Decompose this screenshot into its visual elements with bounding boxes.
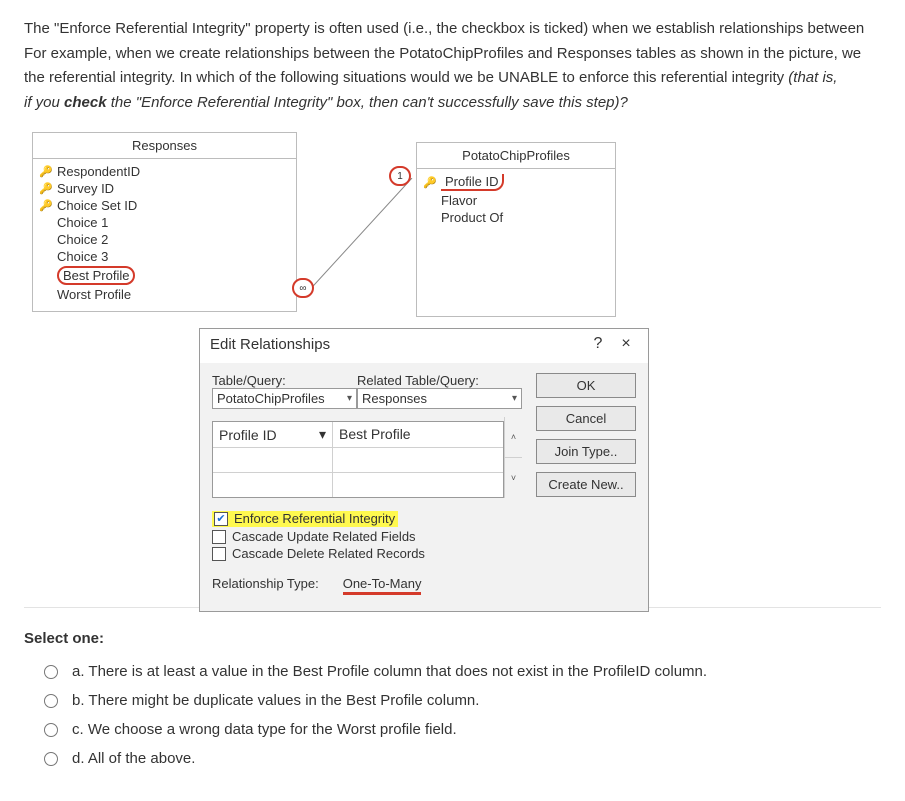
question-line-1: The "Enforce Referential Integrity" prop… [24,18,881,41]
option-label: d. All of the above. [72,750,195,767]
highlighted-field-best-profile: Best Profile [57,266,135,285]
radio-icon[interactable] [44,665,58,679]
checkbox-cascade-delete[interactable] [212,547,226,561]
key-icon: 🔑 [39,182,51,195]
close-icon[interactable]: × [612,335,640,353]
question-line-4: if you check the "Enforce Referential In… [24,92,881,115]
answers-prompt: Select one: [24,630,881,647]
option-d[interactable]: d. All of the above. [24,744,881,773]
label-enforce-ri: Enforce Referential Integrity [234,511,395,526]
label-cascade-delete: Cascade Delete Related Records [232,546,425,561]
table-potatochipprofiles: PotatoChipProfiles 🔑 Profile ID Flavor Pr… [416,142,616,317]
grid-scroll[interactable]: ˄ ˅ [504,417,522,498]
label-table-query: Table/Query: [212,373,357,388]
label-cascade-update: Cascade Update Related Fields [232,529,416,544]
table-row: Choice 1 [39,214,290,231]
relationship-diagram: Responses 🔑RespondentID 🔑Survey ID 🔑Choi… [24,128,881,608]
chevron-down-icon: ▾ [319,426,326,443]
checkbox-enforce-ri[interactable]: ✔ [214,512,228,526]
option-c[interactable]: c. We choose a wrong data type for the W… [24,715,881,744]
cancel-button[interactable]: Cancel [536,406,636,431]
table-row: 🔑Survey ID [39,180,290,197]
option-label: b. There might be duplicate values in th… [72,692,479,709]
table-row: Flavor [423,192,609,209]
question-line-2: For example, when we create relationship… [24,43,881,66]
radio-icon[interactable] [44,752,58,766]
grid-cell-right[interactable]: Best Profile [333,422,503,447]
table-row: 🔑RespondentID [39,163,290,180]
question-line-3: the referential integrity. In which of t… [24,67,881,90]
ok-button[interactable]: OK [536,373,636,398]
table-row: Choice 2 [39,231,290,248]
key-icon: 🔑 [423,176,435,189]
chevron-up-icon[interactable]: ˄ [505,417,522,458]
table-row: Choice 3 [39,248,290,265]
combo-table-query[interactable]: PotatoChipProfiles ▾ [212,388,357,409]
answer-block: Select one: a. There is at least a value… [24,630,881,773]
table-row: 🔑Choice Set ID [39,197,290,214]
highlighted-field-profile-id: Profile ID [441,174,504,191]
dialog-title: Edit Relationships [210,336,584,353]
option-label: a. There is at least a value in the Best… [72,663,707,680]
cardinality-one-icon: 1 [389,166,411,186]
value-relationship-type: One-To-Many [343,576,422,595]
radio-icon[interactable] [44,694,58,708]
checkbox-cascade-update[interactable] [212,530,226,544]
table-potato-title: PotatoChipProfiles [417,143,615,169]
chevron-down-icon: ▾ [512,393,517,404]
table-responses-title: Responses [33,133,296,159]
cardinality-many-icon: ∞ [292,278,314,298]
help-icon[interactable]: ? [584,335,612,353]
option-a[interactable]: a. There is at least a value in the Best… [24,657,881,686]
table-responses: Responses 🔑RespondentID 🔑Survey ID 🔑Choi… [32,132,297,312]
option-label: c. We choose a wrong data type for the W… [72,721,457,738]
edit-relationships-dialog: Edit Relationships ? × Table/Query: Pota… [199,328,649,612]
create-new-button[interactable]: Create New.. [536,472,636,497]
chevron-down-icon: ▾ [347,393,352,404]
table-row: 🔑 Profile ID [423,173,609,192]
grid-cell-left[interactable]: Profile ID ▾ [213,422,333,447]
question-stem: The "Enforce Referential Integrity" prop… [24,18,881,114]
option-b[interactable]: b. There might be duplicate values in th… [24,686,881,715]
table-row: Worst Profile [39,286,290,303]
key-icon: 🔑 [39,165,51,178]
join-type-button[interactable]: Join Type.. [536,439,636,464]
chevron-down-icon[interactable]: ˅ [505,458,522,498]
table-row: Best Profile [39,265,290,286]
radio-icon[interactable] [44,723,58,737]
table-row: Product Of [423,209,609,226]
label-relationship-type: Relationship Type: [212,576,319,595]
key-icon: 🔑 [39,199,51,212]
label-related-table-query: Related Table/Query: [357,373,522,388]
combo-related-table-query[interactable]: Responses ▾ [357,388,522,409]
